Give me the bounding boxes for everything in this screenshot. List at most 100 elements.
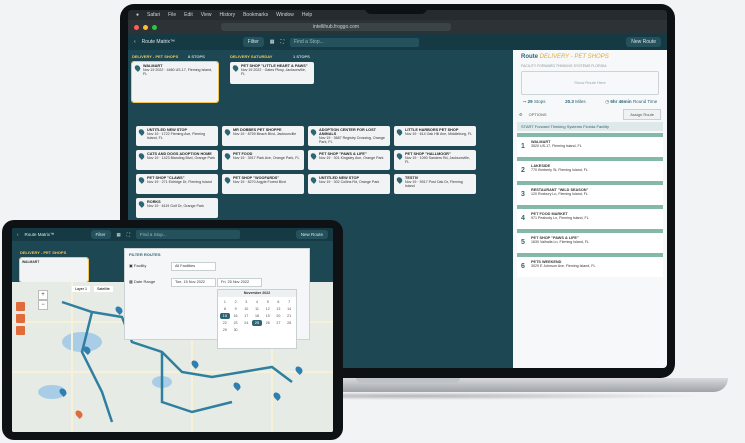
time-value: 6hr 46min [610, 99, 632, 104]
calendar-day[interactable]: 2 [231, 299, 241, 305]
tool-icon[interactable] [16, 314, 25, 323]
menu-item[interactable]: Safari [147, 12, 160, 18]
stop-card[interactable]: WALMART Nov 19 2022 · 4460 US-17, Fleming… [131, 61, 219, 103]
filter-button[interactable]: Filter [90, 230, 111, 239]
stop-card[interactable]: LITTLE HARBORS PET SHOP Nov 19 · 614 Oak … [394, 126, 476, 146]
stop-card[interactable]: TESTIV Nov 19 · 5917 Post Oak Dr, Fleming… [394, 174, 476, 194]
calendar-day[interactable]: 9 [231, 306, 241, 312]
zoom-in-button[interactable]: + [38, 290, 48, 300]
stop-card[interactable]: PET SHOP "PAWS & LIFE" Nov 19 · 301 Kings… [308, 150, 390, 170]
calendar-day[interactable]: 1 [220, 299, 230, 305]
board-view-icon[interactable]: ▦ [117, 232, 121, 238]
calendar-day[interactable]: 7 [284, 299, 294, 305]
stop-card[interactable]: WALMART [19, 257, 89, 283]
route-stop[interactable]: 5 PET SHOP "PAWS & LIFE" 1630 Valhalla Ln,… [517, 229, 663, 253]
calendar-day[interactable]: 29 [220, 327, 230, 333]
calendar-day[interactable]: 17 [241, 313, 251, 319]
date-from-input[interactable]: Tue, 15 Nov 2022 [171, 278, 216, 287]
tool-icon[interactable] [16, 326, 25, 335]
tool-icon[interactable] [16, 302, 25, 311]
stops-label: Stops [533, 99, 546, 104]
stop-card[interactable]: PET SHOP "LITTLE HEART & PAWS" Nov 19 202… [230, 62, 314, 84]
calendar-day[interactable]: 13 [274, 306, 284, 312]
calendar-day[interactable]: 6 [274, 299, 284, 305]
calendar-day[interactable]: 18 [252, 313, 262, 319]
calendar-day[interactable]: 10 [241, 306, 251, 312]
calendar-day[interactable]: 11 [252, 306, 262, 312]
gear-icon[interactable]: ⚙ [519, 112, 523, 117]
calendar-day[interactable]: 8 [220, 306, 230, 312]
stops-stat: ⤳ 29 Stops [523, 99, 546, 105]
close-window-button[interactable] [134, 24, 139, 30]
route-stop[interactable]: 4 PET FOOD MARKET 971 Peabody Ln, Fleming … [517, 205, 663, 229]
stop-card[interactable]: MR DOBBES PET SHOPPE Nov 19 · 8759 Beach … [222, 126, 304, 146]
calendar-day[interactable]: 30 [231, 327, 241, 333]
assign-route-button[interactable]: Assign Route [623, 109, 661, 120]
calendar-day[interactable]: 15 [220, 313, 230, 319]
calendar-day[interactable]: 19 [263, 313, 273, 319]
menu-item[interactable]: View [201, 12, 212, 18]
menu-item[interactable]: Edit [184, 12, 193, 18]
stop-card[interactable]: PET SHOP "WOOFARDS" Nov 19 · 8270 Argyle … [222, 174, 304, 194]
calendar-day[interactable]: 12 [263, 306, 273, 312]
calendar-day[interactable]: 4 [252, 299, 262, 305]
card-detail: Nov 19 2022 · Gates Pkwy, Jacksonville, … [241, 68, 306, 76]
calendar-day[interactable]: 26 [263, 320, 273, 326]
back-icon[interactable]: ‹ [17, 232, 19, 237]
route-select[interactable]: Show Route Here [521, 71, 659, 95]
map-pin-icon [133, 64, 142, 72]
menu-item[interactable]: File [168, 12, 176, 18]
calendar-day[interactable]: 27 [274, 320, 284, 326]
calendar-day[interactable]: 28 [284, 320, 294, 326]
calendar-day[interactable]: 14 [284, 306, 294, 312]
stop-card[interactable]: ADOPTION CENTER FOR LOST ANIMALS Nov 19 ·… [308, 126, 390, 146]
calendar-day[interactable]: 22 [220, 320, 230, 326]
calendar-day[interactable]: 23 [231, 320, 241, 326]
new-route-button[interactable]: New Route [295, 230, 328, 239]
zoom-window-button[interactable] [152, 24, 157, 30]
map-view-icon[interactable]: ⛶ [281, 39, 285, 45]
stop-card[interactable]: CATS AND DOGS ADOPTION HOME Nov 19 · 1423… [136, 150, 218, 170]
stop-card[interactable]: PET SHOP "CLAWS" Nov 19 · 271 Eldridge Dr… [136, 174, 218, 194]
satellite-tab[interactable]: Satellite [94, 286, 113, 292]
menu-item[interactable]: History [220, 12, 236, 18]
stop-card[interactable]: UNTITLED NEW STOP Nov 19 · 1722 Fleming A… [136, 126, 218, 146]
facility-select[interactable]: All Facilities [171, 262, 216, 271]
new-route-button[interactable]: New Route [626, 37, 661, 47]
route-stats: ⤳ 29 Stops 20.3 Miles ◷ 6hr 46min Round … [513, 99, 667, 105]
camera-notch [365, 4, 427, 14]
zoom-out-button[interactable]: − [38, 300, 48, 310]
stop-card[interactable]: PET FOOD Nov 19 · 3917 Park Ave, Orange P… [222, 150, 304, 170]
calendar-day[interactable]: 5 [263, 299, 273, 305]
menu-item[interactable]: Window [276, 12, 294, 18]
route-stop[interactable]: 1 WALMART 3520 US-17, Fleming Island, FL [517, 133, 663, 157]
date-to-input[interactable]: Fri, 25 Nov 2022 [217, 278, 262, 287]
calendar-day[interactable]: 25 [252, 320, 262, 326]
route-stop[interactable]: 3 RESTAURANT "WILD SEASON" 120 Roxbury Ln,… [517, 181, 663, 205]
map-view-icon[interactable]: ⛶ [127, 232, 130, 237]
menu-item[interactable]: Bookmarks [243, 12, 268, 18]
route-stop[interactable]: 2 LAKESIDE 770 Kimberly St, Fleming Island… [517, 157, 663, 181]
stop-card[interactable]: UNTITLED NEW STOP Nov 19 · 302 Collins Rd… [308, 174, 390, 194]
menu-item[interactable]: Help [302, 12, 312, 18]
calendar-day[interactable]: 24 [241, 320, 251, 326]
search-input[interactable]: Find a Stop... [135, 230, 240, 239]
calendar-day[interactable]: 16 [231, 313, 241, 319]
calendar-day[interactable]: 3 [241, 299, 251, 305]
stops-value: 29 [527, 99, 533, 104]
minimize-window-button[interactable] [143, 24, 148, 30]
address-bar[interactable]: intellihub.froggo.com [221, 23, 451, 31]
back-icon[interactable]: ‹ [134, 39, 136, 45]
board-view-icon[interactable]: ▦ [270, 39, 275, 45]
calendar-month[interactable]: November 2022 [218, 290, 296, 297]
calendar-day[interactable]: 21 [284, 313, 294, 319]
search-input[interactable]: Find a Stop... [290, 37, 420, 47]
stop-card[interactable]: RORKS Nov 19 · 6119 Golf Dr, Orange Park [136, 198, 218, 218]
apple-icon[interactable]: ● [136, 12, 139, 18]
calendar-day[interactable]: 20 [274, 313, 284, 319]
options-button[interactable]: OPTIONS [529, 112, 547, 117]
route-stop[interactable]: 6 PETS WEEKEND 3029 E Johnson Ave, Fleming… [517, 253, 663, 277]
stop-card[interactable]: PET SHOP "HALLMOOR" Nov 19 · 1090 Sanders… [394, 150, 476, 170]
filter-button[interactable]: Filter [242, 37, 264, 47]
layer-tab[interactable]: Layer 1 [72, 286, 90, 292]
